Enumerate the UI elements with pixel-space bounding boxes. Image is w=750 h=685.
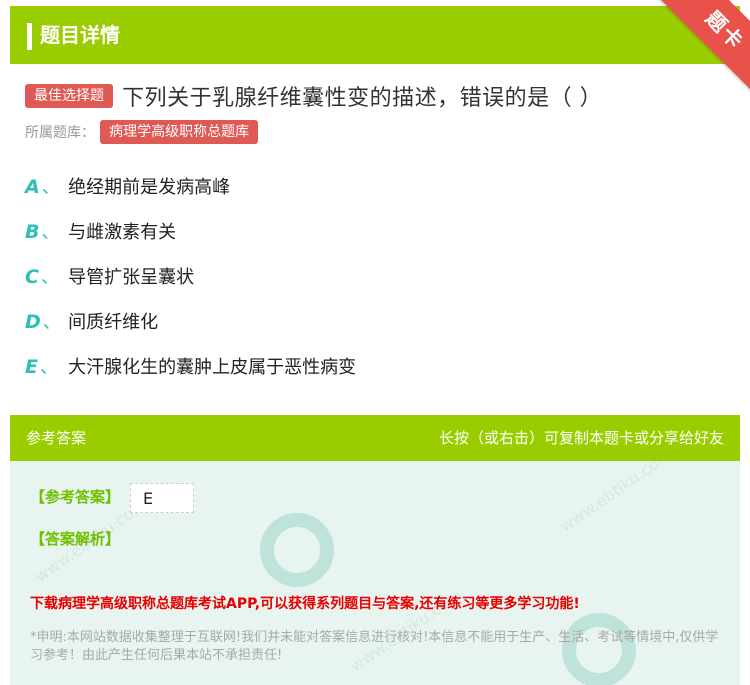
bank-link[interactable]: 病理学高级职称总题库 <box>100 120 259 144</box>
answer-header-title: 参考答案 <box>26 429 87 447</box>
option-d[interactable]: D、 间质纤维化 <box>25 307 725 352</box>
reference-answer-value: E <box>130 483 194 513</box>
option-text: 间质纤维化 <box>68 312 159 333</box>
bank-label: 所属题库： <box>25 125 95 141</box>
watermark-circle-icon <box>260 513 334 587</box>
option-text: 绝经期前是发病高峰 <box>68 177 231 198</box>
download-app-link[interactable]: 下载病理学高级职称总题库考试APP,可以获得系列题目与答案,还有练习等更多学习功… <box>30 593 580 613</box>
analysis-label: 【答案解析】 <box>30 530 121 548</box>
options-list: A、 绝经期前是发病高峰 B、 与雌激素有关 C、 导管扩张呈囊状 D、 间质纤… <box>25 172 725 397</box>
option-e[interactable]: E、 大汗腺化生的囊肿上皮属于恶性病变 <box>25 352 725 397</box>
reference-answer-label: 【参考答案】 <box>30 488 121 506</box>
answer-body: www.ebtiku.com www.ebtiku.com www.ebtiku… <box>10 461 740 685</box>
detail-header: 题目详情 <box>10 6 740 64</box>
option-text: 导管扩张呈囊状 <box>68 267 195 288</box>
header-accent-bar <box>27 23 32 50</box>
bank-row: 所属题库： 病理学高级职称总题库 <box>25 120 259 146</box>
option-letter: A、 <box>25 176 60 198</box>
disclaimer-notice: *申明:本网站数据收集整理于互联网!我们并未能对答案信息进行核对!本信息不能用于… <box>30 630 719 663</box>
option-letter: E、 <box>25 356 58 378</box>
question-type-tag: 最佳选择题 <box>25 84 113 108</box>
watermark-text-icon: www.ebtiku.com <box>556 461 676 537</box>
share-hint: 长按（或右击）可复制本题卡或分享给好友 <box>438 429 724 447</box>
ribbon-text: 题卡 <box>700 5 750 55</box>
answer-header: 参考答案 长按（或右击）可复制本题卡或分享给好友 <box>10 415 740 461</box>
option-text: 大汗腺化生的囊肿上皮属于恶性病变 <box>68 357 357 378</box>
question-text: 下列关于乳腺纤维囊性变的描述，错误的是（ ） <box>122 86 603 111</box>
option-letter: C、 <box>25 266 59 288</box>
option-text: 与雌激素有关 <box>68 222 177 243</box>
ribbon-label: 题卡 <box>651 0 750 104</box>
corner-ribbon: 题卡 <box>640 0 750 110</box>
question-row: 最佳选择题 下列关于乳腺纤维囊性变的描述，错误的是（ ） <box>25 80 603 111</box>
option-letter: D、 <box>25 311 61 333</box>
option-letter: B、 <box>25 221 60 243</box>
option-b[interactable]: B、 与雌激素有关 <box>25 217 725 262</box>
header-title: 题目详情 <box>40 23 120 47</box>
option-a[interactable]: A、 绝经期前是发病高峰 <box>25 172 725 217</box>
option-c[interactable]: C、 导管扩张呈囊状 <box>25 262 725 307</box>
